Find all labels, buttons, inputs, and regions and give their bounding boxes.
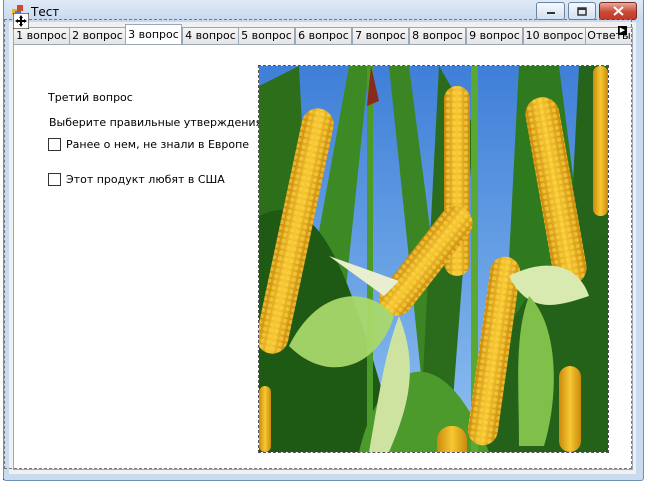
close-button[interactable]: [599, 2, 637, 20]
tab-question-4[interactable]: 4 вопрос: [182, 27, 239, 44]
tab-label: 2 вопрос: [72, 29, 123, 42]
tab-label: 10 вопрос: [525, 29, 584, 42]
close-icon: [612, 6, 624, 16]
minimize-icon: [546, 12, 555, 14]
form-window: Тест 1 вопрос 2 вопрос 3 вопрос 4 вопрос…: [3, 0, 644, 481]
tab-question-3[interactable]: 3 вопрос: [125, 24, 182, 44]
tab-label: 8 вопрос: [412, 29, 463, 42]
move-icon[interactable]: [13, 13, 29, 29]
tab-label: 6 вопрос: [298, 29, 349, 42]
tab-label: 1 вопрос: [16, 29, 67, 42]
tab-label: 7 вопрос: [355, 29, 406, 42]
tab-question-5[interactable]: 5 вопрос: [238, 27, 295, 44]
question-instruction: Выберите правильные утверждения: [49, 116, 263, 129]
tab-label: 3 вопрос: [128, 28, 179, 41]
option-row[interactable]: Этот продукт любят в США: [48, 173, 225, 186]
form-client-area: 1 вопрос 2 вопрос 3 вопрос 4 вопрос 5 во…: [9, 22, 636, 474]
tab-label: 9 вопрос: [469, 29, 520, 42]
tab-page-question-3: Третий вопрос Выберите правильные утверж…: [13, 44, 633, 470]
tab-question-10[interactable]: 10 вопрос: [523, 27, 586, 44]
tab-question-7[interactable]: 7 вопрос: [352, 27, 409, 44]
tab-question-8[interactable]: 8 вопрос: [409, 27, 466, 44]
tab-label: 5 вопрос: [241, 29, 292, 42]
option-label[interactable]: Этот продукт любят в США: [66, 173, 225, 186]
picture-box: [258, 65, 609, 453]
tab-question-2[interactable]: 2 вопрос: [69, 27, 126, 44]
option-label[interactable]: Ранее о нем, не знали в Европе: [66, 138, 249, 151]
tab-label: 4 вопрос: [185, 29, 236, 42]
option-row[interactable]: Ранее о нем, не знали в Европе: [48, 138, 249, 151]
corn-cobs-photo: [259, 66, 608, 452]
maximize-button[interactable]: [568, 2, 596, 20]
option-checkbox[interactable]: [48, 173, 61, 186]
maximize-icon: [577, 6, 587, 16]
tab-question-6[interactable]: 6 вопрос: [295, 27, 352, 44]
tab-strip: 1 вопрос 2 вопрос 3 вопрос 4 вопрос 5 во…: [13, 24, 633, 44]
minimize-button[interactable]: [536, 2, 565, 20]
tab-scroll-right-icon[interactable]: ▶: [618, 26, 627, 35]
tab-question-9[interactable]: 9 вопрос: [466, 27, 523, 44]
question-title: Третий вопрос: [48, 91, 133, 104]
tab-question-1[interactable]: 1 вопрос: [13, 27, 70, 44]
option-checkbox[interactable]: [48, 138, 61, 151]
window-title: Тест: [31, 5, 60, 19]
title-bar[interactable]: Тест: [4, 0, 643, 22]
